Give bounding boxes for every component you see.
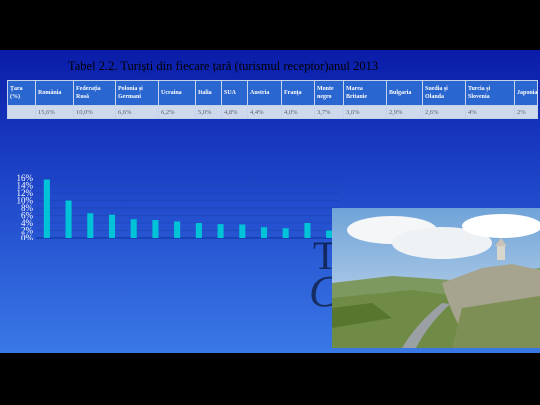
bar <box>130 219 137 238</box>
table-header-cell: Suedia și Olanda <box>422 80 466 106</box>
table-header-cell: Polonia și Germani <box>115 80 159 106</box>
table-cell: 5,0% <box>195 105 222 119</box>
table-cell: 15,6% <box>35 105 74 119</box>
bar <box>195 223 202 238</box>
table-header-cell: Țara (%) <box>7 80 36 106</box>
table-cell: 2% <box>514 105 538 119</box>
table-cell: 10,0% <box>73 105 116 119</box>
table-cell: 3,7% <box>314 105 344 119</box>
table-cell: 4% <box>465 105 515 119</box>
table-header-cell: Federația Rusă <box>73 80 116 106</box>
table-header-cell: Austria <box>247 80 282 106</box>
table-header-cell: Ucraina <box>158 80 196 106</box>
bar <box>282 228 289 238</box>
table-title: Tabel 2.2. Turiști din fiecare țară (tur… <box>68 59 379 73</box>
table-header-cell: SUA <box>221 80 248 106</box>
table-header-cell: Franța <box>281 80 315 106</box>
table-header-cell: Bulgaria <box>386 80 423 106</box>
table-header-cell: Turcia și Slovenia <box>465 80 515 106</box>
table-cell: 6,6% <box>115 105 159 119</box>
tourist-table: Țara (%) România Federația Rusă Polonia și … <box>7 80 538 119</box>
table-cell: 4,0% <box>281 105 315 119</box>
table-cell <box>7 105 36 119</box>
table-cell: 2,9% <box>386 105 423 119</box>
table-cell: 6,2% <box>158 105 196 119</box>
table-cell: 2,6% <box>422 105 466 119</box>
table-cell: 4,4% <box>247 105 282 119</box>
table-cell: 4,8% <box>221 105 248 119</box>
bar <box>260 227 268 238</box>
landscape-photo <box>332 208 540 348</box>
table-header-cell: Japonia <box>514 80 538 106</box>
bar-chart: 0%2%4%6%8%10%12%14%16%RomâniaFederația R… <box>17 173 340 240</box>
bar <box>152 220 159 238</box>
bar <box>174 221 181 238</box>
bar <box>108 214 116 238</box>
bar <box>65 200 72 238</box>
bar <box>217 224 224 238</box>
bar <box>87 213 94 238</box>
bar <box>304 223 311 238</box>
bar <box>43 179 50 238</box>
table-row: 15,6% 10,0% 6,6% 6,2% 5,0% 4,8% 4,4% 4,0% 3,7% 3,… <box>7 105 538 119</box>
table-header-cell: Marea Britanie <box>343 80 387 106</box>
table-header-cell: Monte negro <box>314 80 344 106</box>
table-header-cell: Italia <box>195 80 222 106</box>
y-tick-label: 16% <box>17 173 34 183</box>
table-cell: 3,6% <box>343 105 387 119</box>
table-header-cell: România <box>35 80 74 106</box>
slide: Tabel 2.2. Turiști din fiecare țară (tur… <box>0 50 540 353</box>
bar <box>239 224 246 238</box>
table-header-row: Țara (%) România Federația Rusă Polonia și … <box>7 80 538 106</box>
